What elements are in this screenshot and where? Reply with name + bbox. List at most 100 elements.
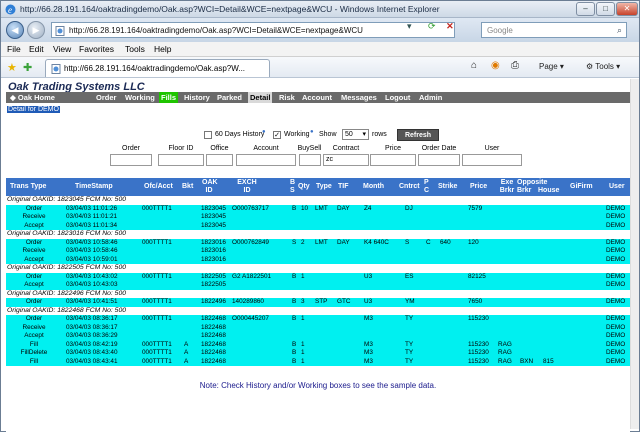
filter-account-input[interactable] — [236, 154, 296, 166]
home-icon[interactable]: ⌂ — [471, 60, 477, 71]
table-row[interactable]: Fill 03/04/03 08:42:19 000TTTT1 A 1822468 B 1 M… — [6, 340, 630, 349]
menu-view[interactable]: View — [53, 44, 71, 54]
nav-risk[interactable]: Risk — [277, 92, 297, 103]
menu-help[interactable]: Help — [154, 44, 171, 54]
table-row[interactable]: Accept 03/04/03 11:01:34 1823045 DEMO — [6, 221, 630, 230]
col-user[interactable]: User — [609, 183, 625, 190]
table-row[interactable]: Order 03/04/03 11:01:26 000TTTT1 1823045 O00… — [6, 204, 630, 213]
nav-detail[interactable]: Detail — [248, 92, 273, 103]
menu-tools[interactable]: Tools — [125, 44, 145, 54]
table-row[interactable]: Receive 03/04/03 11:01:21 1823045 DEMO — [6, 213, 630, 222]
scrollbar[interactable] — [630, 79, 639, 429]
cell-ofc-acct: 000TTTT1 — [142, 238, 172, 246]
page-menu-button[interactable]: Page ▾ — [539, 62, 564, 71]
search-box[interactable]: Google ⌕ — [481, 22, 627, 38]
refresh-icon[interactable]: ⟳ — [428, 21, 436, 31]
col-month[interactable]: Month — [363, 183, 384, 190]
nav-oak-home[interactable]: ◆ Oak Home — [8, 92, 57, 103]
nav-parked[interactable]: Parked — [215, 92, 244, 103]
filter-orderdate-input[interactable] — [418, 154, 460, 166]
nav-history[interactable]: History — [182, 92, 212, 103]
table-row[interactable]: Accept 03/04/03 10:59:01 1823016 DEMO — [6, 255, 630, 264]
table-row[interactable]: Receive 03/04/03 10:58:46 1823016 DEMO — [6, 247, 630, 256]
menu-favorites[interactable]: Favorites — [79, 44, 114, 54]
col-exe-brkr[interactable]: Exe Brkr — [497, 179, 517, 195]
col-bs[interactable]: B S — [290, 179, 296, 195]
maximize-button[interactable]: □ — [596, 2, 615, 16]
filter-price-input[interactable] — [370, 154, 416, 166]
col-tif[interactable]: TIF — [338, 183, 349, 190]
table-row[interactable]: Order 03/04/03 08:36:17 000TTTT1 1822468 O00… — [6, 315, 630, 324]
cell-oak-id: 1823045 — [201, 221, 226, 229]
favorites-star-icon[interactable]: ★ — [7, 61, 17, 74]
col-price[interactable]: Price — [470, 183, 487, 190]
history-info-icon: ● — [262, 129, 266, 135]
filter-buysell-input[interactable] — [299, 154, 321, 166]
back-button[interactable]: ◀ — [6, 21, 24, 39]
cell-oak-id: 1823016 — [201, 247, 226, 254]
search-icon[interactable]: ⌕ — [617, 25, 622, 36]
filter-office-input[interactable] — [206, 154, 233, 166]
table-row[interactable]: Order 03/04/03 10:58:46 000TTTT1 1823016 O00… — [6, 238, 630, 247]
nav-account[interactable]: Account — [300, 92, 334, 103]
cell-ofc-acct: 000TTTT1 — [142, 298, 172, 305]
menu-edit[interactable]: Edit — [29, 44, 44, 54]
refresh-button[interactable]: Refresh — [397, 129, 439, 141]
history-checkbox[interactable] — [204, 131, 212, 139]
table-row[interactable]: Order 03/04/03 10:43:02 000TTTT1 1822505 G2 … — [6, 272, 630, 281]
cell-month: U3 — [364, 298, 373, 305]
menu-file[interactable]: File — [7, 44, 21, 54]
col-trans-type[interactable]: Trans Type — [10, 183, 46, 190]
table-row[interactable]: Fill 03/04/03 08:43:41 000TTTT1 A 1822468 B 1 M… — [6, 357, 630, 366]
nav-working[interactable]: Working — [123, 92, 157, 103]
tools-menu-button[interactable]: ⚙ Tools ▾ — [586, 62, 620, 71]
dropdown-icon[interactable]: ▾ — [407, 21, 412, 31]
cell-user: DEMO — [606, 255, 626, 263]
table-row[interactable]: Accept 03/04/03 08:36:29 1822468 DEMO — [6, 332, 630, 341]
orders-table: Original OAKID: 1823045 FCM No: 500 Order… — [6, 196, 630, 366]
table-row[interactable]: FillDelete 03/04/03 08:43:40 000TTTT1 A 1822… — [6, 349, 630, 358]
col-ofc-acct[interactable]: Ofc/Acct — [144, 183, 173, 190]
col-oak-id[interactable]: OAK ID — [202, 179, 218, 195]
col-type[interactable]: Type — [316, 183, 332, 190]
address-bar[interactable]: http://66.28.191.164/oaktradingdemo/Oak.… — [51, 22, 455, 38]
add-favorites-icon[interactable]: ✚ — [23, 61, 32, 74]
filter-contract-input[interactable]: zc — [323, 154, 369, 166]
browser-tab[interactable]: http://66.28.191.164/oaktradingdemo/Oak.… — [45, 59, 270, 77]
col-bkt[interactable]: Bkt — [182, 183, 193, 190]
address-url: http://66.28.191.164/oaktradingdemo/Oak.… — [69, 26, 363, 35]
cell-trans-type: Accept — [24, 255, 44, 263]
minimize-button[interactable]: – — [576, 2, 595, 16]
col-pc[interactable]: P C — [424, 179, 430, 195]
nav-fills[interactable]: Fills — [159, 92, 179, 103]
cell-bs: B — [292, 315, 297, 322]
filter-floorid-input[interactable] — [158, 154, 204, 166]
col-house[interactable]: House — [538, 187, 559, 194]
table-row[interactable]: Receive 03/04/03 08:36:17 1822468 DEMO — [6, 323, 630, 332]
nav-admin[interactable]: Admin — [417, 92, 444, 103]
col-exch-id[interactable]: EXCH ID — [236, 179, 258, 195]
cell-timestamp: 03/04/03 10:43:03 — [66, 281, 118, 288]
stop-icon[interactable]: ✕ — [446, 21, 454, 31]
nav-order[interactable]: Order — [94, 92, 118, 103]
col-cntrct[interactable]: Cntrct — [399, 183, 420, 190]
col-qty[interactable]: Qty — [298, 183, 310, 190]
table-row[interactable]: Order 03/04/03 10:41:51 000TTTT1 1822496 140… — [6, 298, 630, 307]
working-checkbox[interactable]: ✓ — [273, 131, 281, 139]
col-opposite-brkr[interactable]: Opposite Brkr — [517, 179, 547, 195]
print-icon[interactable]: ⎙ — [511, 60, 519, 71]
cell-timestamp: 03/04/03 10:43:02 — [66, 272, 118, 280]
filter-order-input[interactable] — [110, 154, 152, 166]
close-button[interactable]: ✕ — [616, 2, 638, 16]
col-timestamp[interactable]: TimeStamp — [75, 183, 113, 190]
cell-bs: B — [292, 272, 297, 280]
nav-messages[interactable]: Messages — [339, 92, 379, 103]
rows-select[interactable]: 50 ▾ — [342, 129, 369, 140]
table-row[interactable]: Accept 03/04/03 10:43:03 1822505 DEMO — [6, 281, 630, 290]
filter-user-input[interactable] — [462, 154, 522, 166]
nav-logout[interactable]: Logout — [383, 92, 412, 103]
forward-button[interactable]: ▶ — [27, 21, 45, 39]
feeds-icon[interactable]: ◉ — [491, 60, 500, 71]
col-strike[interactable]: Strike — [438, 183, 457, 190]
col-gifirm[interactable]: GiFirm — [570, 183, 593, 190]
